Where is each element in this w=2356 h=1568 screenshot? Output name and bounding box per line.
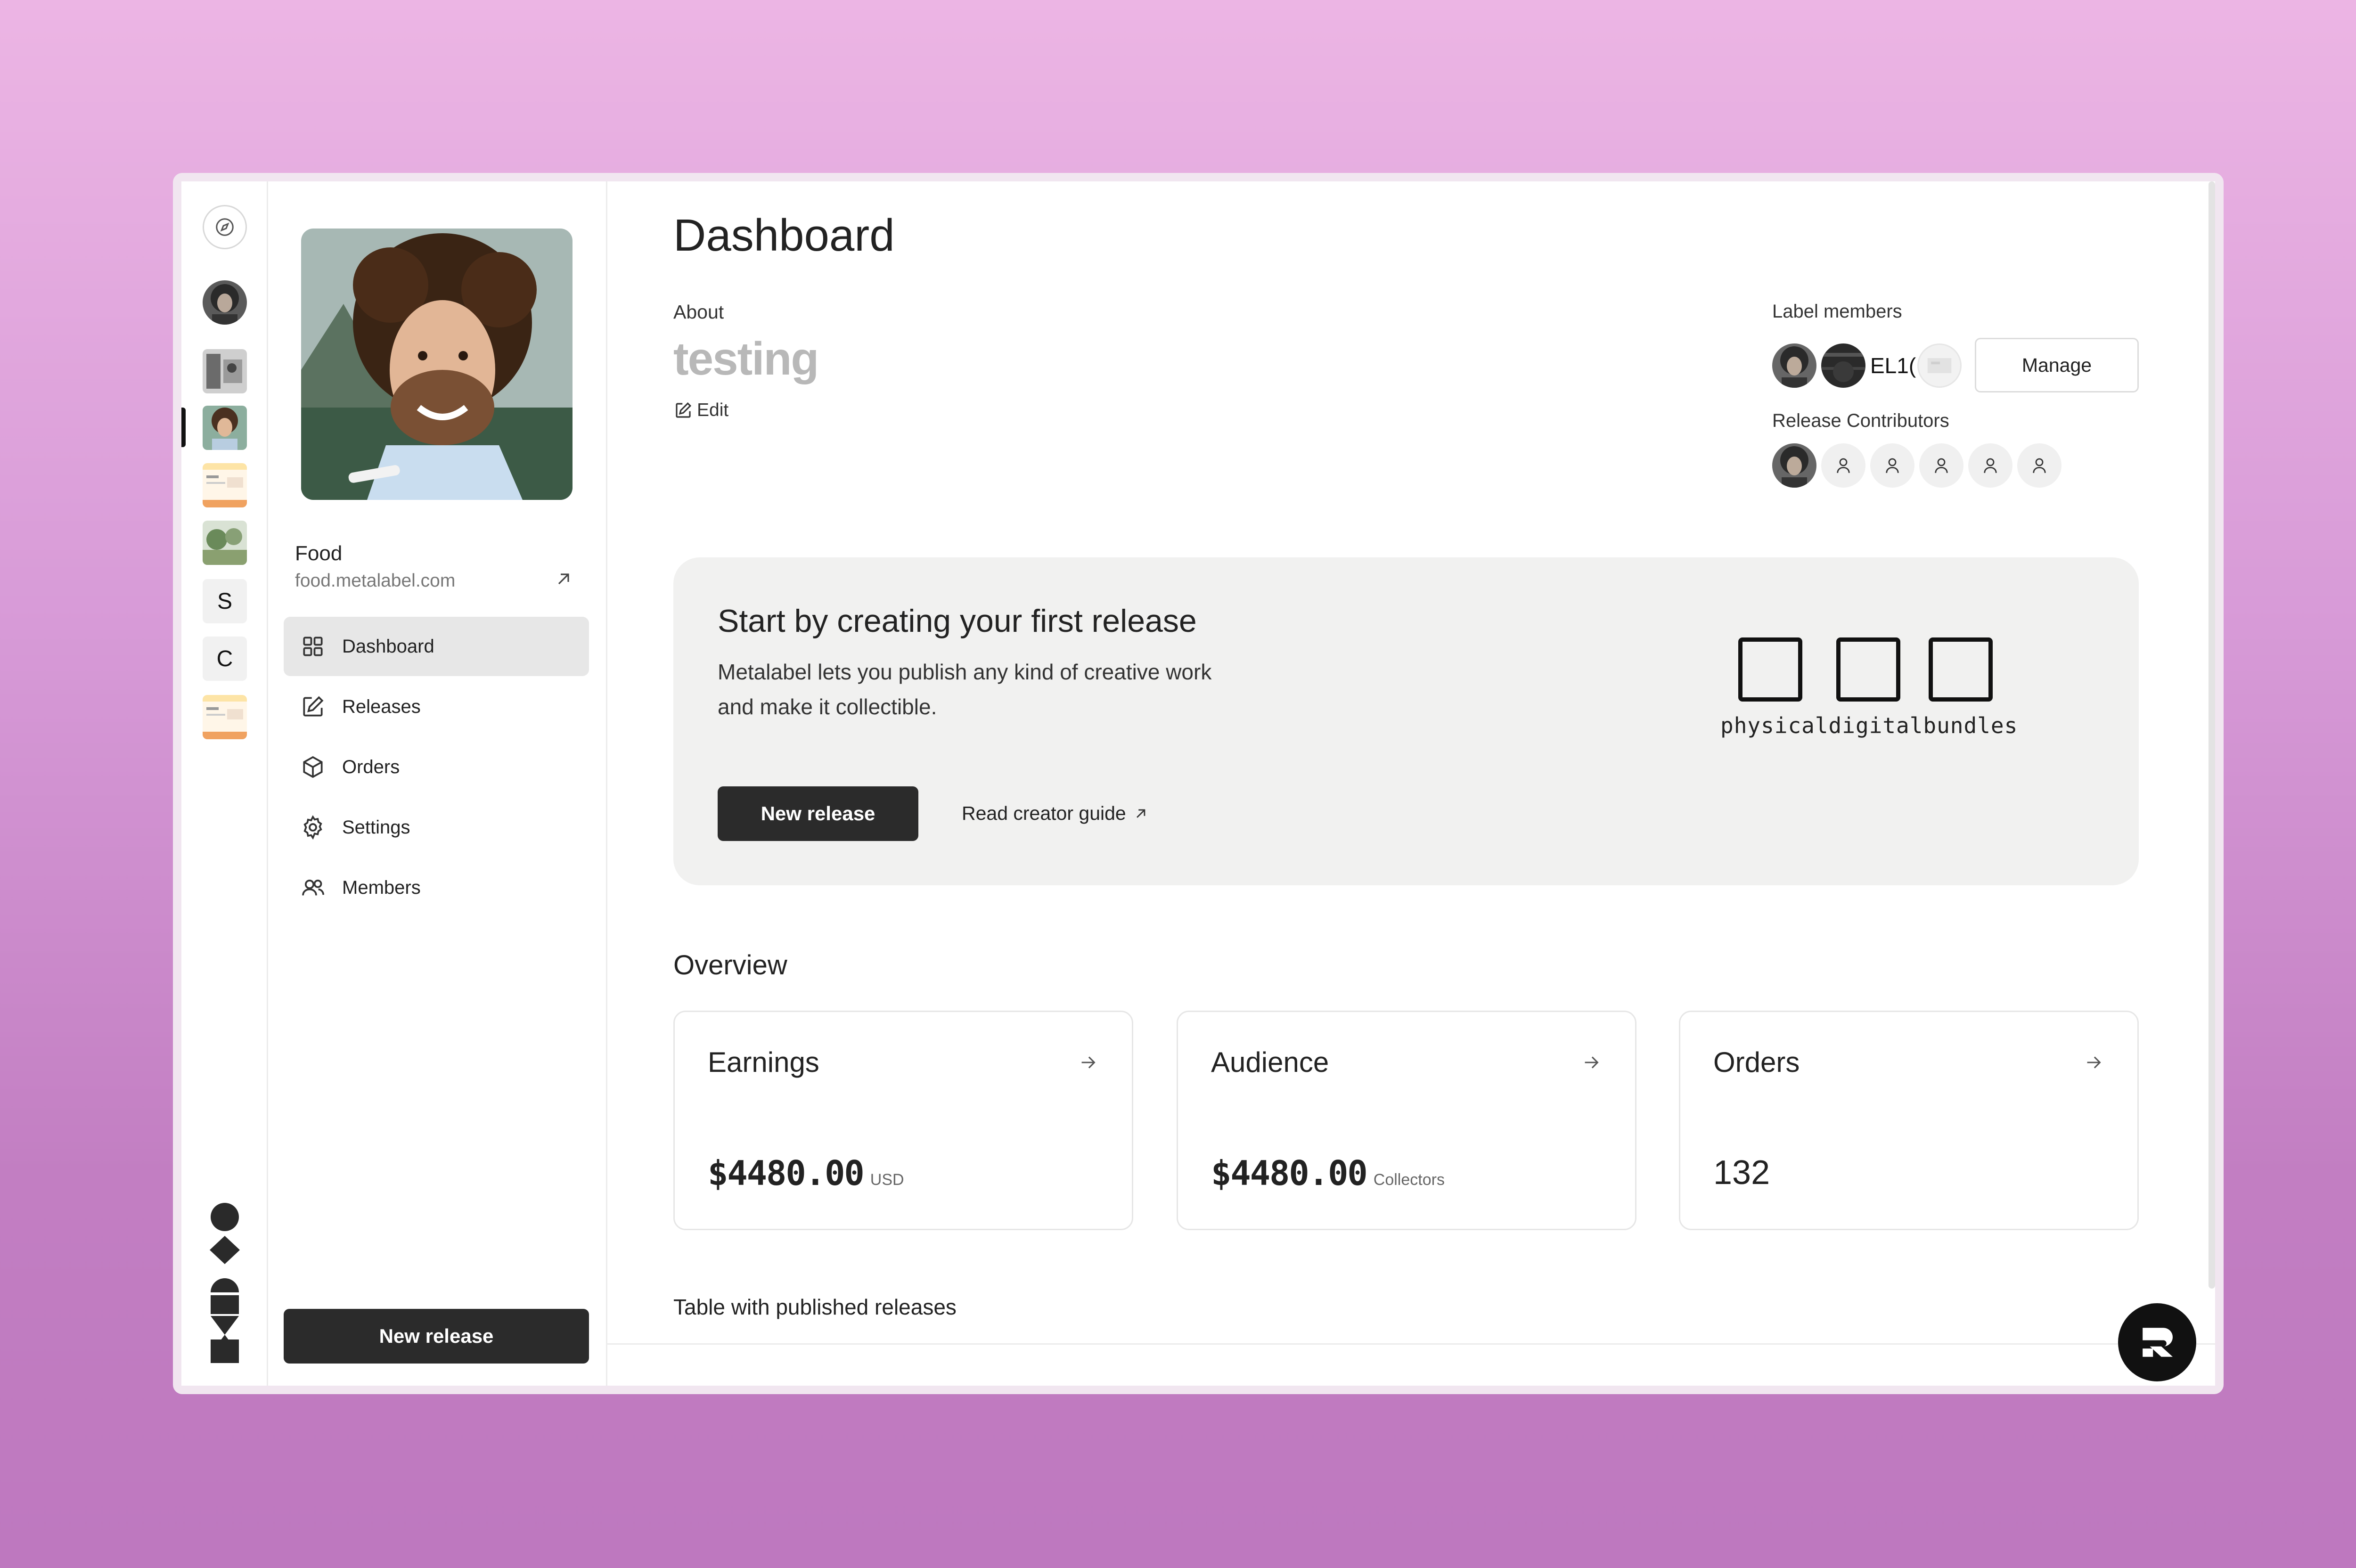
digital-box-icon (1836, 637, 1900, 702)
rail-label-doc-orange-2[interactable] (203, 695, 247, 739)
contributor-avatar[interactable] (1821, 443, 1865, 488)
new-release-button[interactable]: New release (718, 786, 918, 841)
audience-card[interactable]: Audience $4480.00 Collectors (1177, 1011, 1636, 1230)
label-avatar-image (301, 229, 573, 500)
sidebar-item-label: Releases (342, 696, 421, 717)
release-types-illustration: physicaldigitalbundles (1720, 637, 2031, 751)
sidebar-item-orders[interactable]: Orders (284, 737, 589, 797)
first-release-card: Start by creating your first release Met… (673, 557, 2139, 885)
user-icon (2033, 458, 2046, 473)
sidebar-item-settings[interactable]: Settings (284, 798, 589, 857)
rail-avatar-portrait[interactable] (203, 280, 247, 325)
orders-card[interactable]: Orders 132 (1679, 1011, 2139, 1230)
edit-icon (303, 696, 324, 717)
rail-label-doc-orange[interactable] (203, 463, 247, 507)
users-icon (302, 879, 325, 896)
sidebar-item-dashboard[interactable]: Dashboard (284, 617, 589, 676)
user-icon (1886, 458, 1899, 473)
grid-icon (303, 637, 323, 656)
metalabel-logo-icon[interactable] (209, 1203, 241, 1363)
active-label-indicator (181, 408, 186, 447)
box-icon (303, 756, 323, 778)
arrow-right-icon[interactable] (1077, 1052, 1099, 1073)
sidebar-item-label: Members (342, 877, 421, 898)
member-avatar[interactable] (1917, 343, 1962, 388)
main-scrollbar[interactable] (2209, 181, 2215, 1289)
sidebar-new-release-button[interactable]: New release (284, 1309, 589, 1364)
external-link-icon (1136, 809, 1145, 818)
edit-label: Edit (697, 400, 729, 420)
sidebar-item-members[interactable]: Members (284, 858, 589, 917)
main-content: Dashboard About testing Edit Label membe… (607, 181, 2215, 1386)
rail-label-photo-bw[interactable] (203, 349, 247, 393)
rail-label-food[interactable] (203, 406, 247, 450)
label-members-title: Label members (1772, 301, 1902, 322)
arrow-right-icon[interactable] (1580, 1052, 1602, 1073)
external-link-icon[interactable] (552, 568, 575, 590)
rail-letter-s: S (217, 588, 232, 614)
card-value: 132 (1713, 1153, 1770, 1192)
app-frame: S C Food food.metalabel.com Dashboard Re… (173, 173, 2224, 1394)
hero-description: Metalabel lets you publish any kind of c… (718, 660, 1212, 719)
rail-label-c[interactable]: C (203, 637, 247, 681)
card-title: Orders (1713, 1046, 1800, 1078)
r-floating-logo-icon[interactable] (2118, 1303, 2196, 1381)
contributor-avatar[interactable] (1919, 443, 1963, 488)
bundles-box-icon (1929, 637, 1993, 702)
read-creator-guide-link[interactable]: Read creator guide (962, 802, 1150, 825)
earnings-value: $4480.00 (708, 1153, 865, 1193)
user-icon (1935, 458, 1948, 473)
rail-letter-c: C (216, 646, 233, 671)
manage-members-button[interactable]: Manage (1975, 338, 2139, 392)
label-name: Food (295, 542, 343, 565)
contributor-avatar[interactable] (2017, 443, 2062, 488)
audience-value: $4480.00 (1211, 1153, 1368, 1193)
label-sidebar: Food food.metalabel.com Dashboard Releas… (268, 181, 607, 1386)
release-contributors-title: Release Contributors (1772, 410, 1949, 431)
sidebar-nav: Dashboard Releases Orders Settings Membe… (284, 617, 589, 918)
audience-unit: Collectors (1373, 1171, 1445, 1189)
card-title: Audience (1211, 1046, 1329, 1078)
user-icon (1837, 458, 1850, 473)
page-title: Dashboard (673, 210, 895, 261)
release-types-caption: physicaldigitalbundles (1720, 713, 2018, 738)
compass-icon[interactable] (203, 205, 247, 249)
hero-title: Start by creating your first release (718, 603, 1197, 639)
about-value: testing (673, 333, 819, 384)
rail-label-landscape[interactable] (203, 521, 247, 565)
member-avatar[interactable] (1821, 343, 1865, 388)
physical-box-icon (1738, 637, 1802, 702)
edit-about-button[interactable]: Edit (673, 400, 728, 421)
arrow-right-icon[interactable] (2083, 1052, 2104, 1073)
app-window: S C Food food.metalabel.com Dashboard Re… (181, 181, 2215, 1386)
user-icon (1984, 458, 1997, 473)
card-title: Earnings (708, 1046, 819, 1078)
published-releases-table-title: Table with published releases (673, 1295, 957, 1319)
label-switcher-rail: S C (181, 181, 268, 1386)
release-contributors-list (1772, 443, 2066, 488)
sidebar-item-label: Orders (342, 756, 400, 777)
table-divider (607, 1343, 2215, 1345)
contributor-avatar[interactable] (1772, 443, 1816, 488)
earnings-card[interactable]: Earnings $4480.00 USD (673, 1011, 1133, 1230)
gear-icon (303, 815, 322, 840)
sidebar-item-label: Dashboard (342, 636, 434, 657)
rail-label-s[interactable]: S (203, 579, 247, 623)
label-url[interactable]: food.metalabel.com (295, 571, 455, 591)
edit-icon (676, 402, 692, 418)
about-label: About (673, 301, 724, 323)
earnings-unit: USD (870, 1171, 904, 1189)
orders-value: 132 (1713, 1154, 1770, 1192)
overview-title: Overview (673, 950, 787, 980)
card-value: $4480.00 USD (708, 1153, 904, 1193)
contributor-avatar[interactable] (1870, 443, 1914, 488)
sidebar-item-label: Settings (342, 817, 410, 838)
guide-link-label: Read creator guide (962, 802, 1126, 824)
member-name-text: EL1( (1870, 353, 1916, 378)
label-members-list: EL1( (1772, 343, 1966, 389)
sidebar-item-releases[interactable]: Releases (284, 677, 589, 736)
contributor-avatar[interactable] (1968, 443, 2012, 488)
card-value: $4480.00 Collectors (1211, 1153, 1445, 1193)
member-avatar[interactable] (1772, 343, 1816, 388)
